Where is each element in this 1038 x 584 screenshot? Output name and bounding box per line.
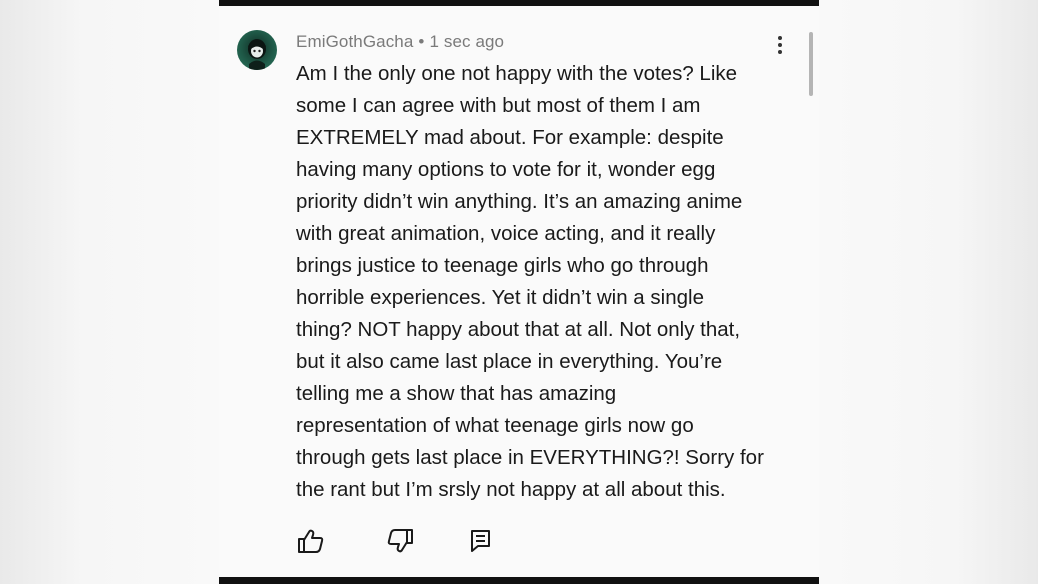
avatar-image [248,39,266,70]
comment-author[interactable]: EmiGothGacha [296,32,413,51]
thumbs-up-icon [298,529,324,553]
thumbs-down-icon [387,529,413,553]
comment-body: Am I the only one not happy with the vot… [296,62,764,501]
like-button[interactable] [296,527,326,555]
comment-meta: EmiGothGacha • 1 sec ago [296,32,504,52]
comment-panel: EmiGothGacha • 1 sec ago Am I the only one… [219,0,819,584]
more-vert-icon[interactable] [773,34,787,56]
avatar[interactable] [237,30,277,70]
top-frame-bar [219,0,819,6]
meta-separator: • [418,32,425,51]
dislike-button[interactable] [385,527,415,555]
comment-timestamp: 1 sec ago [429,32,505,51]
scrollbar[interactable] [809,32,813,96]
reply-button[interactable] [467,527,497,555]
reply-comment-icon [471,530,490,552]
bottom-frame-bar [219,577,819,584]
